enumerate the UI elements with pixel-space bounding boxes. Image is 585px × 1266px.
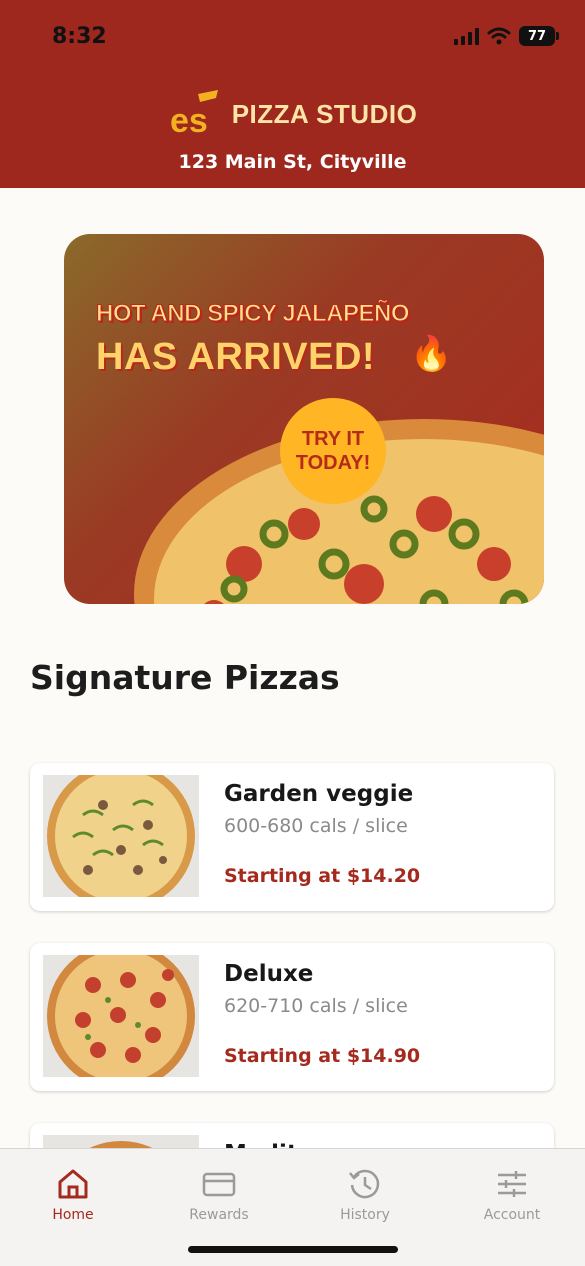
fire-icon: 🔥 [410, 334, 453, 374]
pizza-card[interactable]: Garden veggie 600-680 cals / slice Start… [30, 763, 554, 911]
tab-label: Account [483, 1207, 541, 1223]
pizza-card[interactable]: Deluxe 620-710 cals / slice Starting at … [30, 943, 554, 1091]
tab-label: Rewards [189, 1207, 249, 1223]
tab-label: History [340, 1207, 390, 1223]
pizza-price: Starting at $14.90 [224, 1045, 421, 1067]
home-indicator [188, 1246, 398, 1253]
status-time: 8:32 [52, 24, 107, 49]
card-icon [202, 1172, 236, 1197]
status-icons: 77 [454, 26, 559, 46]
promo-headline: HOT AND SPICY JALAPEÑO [95, 300, 410, 328]
brand: es PIZZA STUDIO [0, 88, 585, 140]
pizza-calories: 620-710 cals / slice [224, 995, 408, 1017]
pizza-calories: 600-680 cals / slice [224, 815, 408, 837]
try-it-badge[interactable]: TRY IT TODAY! [280, 398, 386, 504]
history-icon [349, 1169, 380, 1199]
pizza-image [43, 955, 199, 1077]
tab-rewards[interactable]: Rewards [159, 1167, 279, 1223]
pizza-name: Deluxe [224, 961, 314, 987]
badge-line2: TODAY! [295, 452, 371, 474]
brand-logo-icon: es [170, 90, 218, 140]
tab-account[interactable]: Account [452, 1167, 572, 1223]
promo-subheadline: HAS ARRIVED! [96, 336, 376, 378]
pizza-price: Starting at $14.20 [224, 865, 421, 887]
pizza-image [43, 775, 199, 897]
battery-icon: 77 [519, 26, 559, 46]
sliders-icon [498, 1171, 526, 1197]
promo-banner[interactable]: HOT AND SPICY JALAPEÑO HAS ARRIVED! 🔥 TR… [64, 234, 544, 604]
wifi-icon [487, 27, 511, 45]
tab-home[interactable]: Home [13, 1167, 133, 1223]
tab-history[interactable]: History [305, 1167, 425, 1223]
tab-label: Home [52, 1207, 94, 1223]
home-icon [58, 1169, 88, 1199]
badge-line1: TRY IT [301, 428, 365, 450]
pizza-name: Garden veggie [224, 781, 414, 807]
store-address[interactable]: 123 Main St, Cityville [0, 151, 585, 173]
app-header: 8:32 77 es PIZZA STUDIO 123 Main St, Cit… [0, 0, 585, 188]
svg-text:es: es [170, 102, 208, 140]
section-title: Signature Pizzas [30, 658, 340, 697]
signal-icon [454, 27, 479, 45]
brand-name: PIZZA STUDIO [231, 98, 418, 129]
